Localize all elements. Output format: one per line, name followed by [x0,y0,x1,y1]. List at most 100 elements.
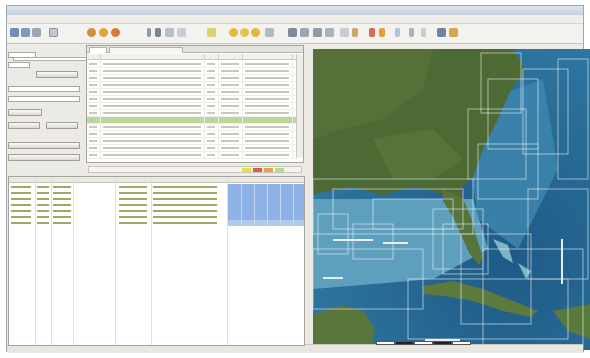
highlight-icon[interactable] [379,28,385,37]
map-canvas[interactable] [313,49,590,350]
list-cell [243,131,293,137]
grid-cell [53,198,71,200]
help-icon[interactable] [449,28,458,37]
list-cell [87,152,101,158]
list-row[interactable] [87,89,297,96]
apply-button[interactable] [8,122,40,129]
text-tool-icon[interactable] [147,28,151,37]
info-icon[interactable] [240,28,249,37]
list-cell [219,110,243,116]
grid-cell [153,198,217,200]
list-cell [101,145,205,151]
grid-divider [241,220,242,226]
list-row[interactable] [87,96,297,103]
measure-icon[interactable] [229,28,238,37]
list-tabs [87,46,303,53]
region-field[interactable] [8,52,36,58]
identify-icon[interactable] [99,28,108,37]
refresh-icon[interactable] [251,28,260,37]
list-row[interactable] [87,145,297,152]
chart-map[interactable] [313,49,590,350]
grid-icon[interactable] [288,28,297,37]
select-all-button[interactable] [8,142,80,149]
list-cell [219,131,243,137]
download-button[interactable] [8,154,80,161]
list-cell [219,61,243,67]
main-toolbar [7,24,583,61]
type-select[interactable] [8,86,80,92]
grid-cell [37,198,49,200]
zoom-in-icon[interactable] [111,28,120,37]
list-cell [101,117,205,123]
table-icon[interactable] [313,28,322,37]
list-row[interactable] [87,68,297,75]
list-cell [101,124,205,130]
settings-icon[interactable] [265,28,274,37]
tab-results[interactable] [89,47,107,53]
list-cell [205,68,219,74]
list-row[interactable] [87,82,297,89]
search-button[interactable] [36,71,78,78]
filter-icon[interactable] [340,28,349,37]
list-row[interactable] [87,131,297,138]
list-cell [87,96,101,102]
grid-row[interactable] [9,220,304,226]
list-cell [219,89,243,95]
title-bar [7,6,583,15]
delete-icon[interactable] [369,28,375,37]
legend-swatch [242,168,251,172]
arrow-up-icon[interactable] [409,28,414,37]
legend-swatch [275,168,284,172]
list-row[interactable] [87,138,297,145]
list-cell [219,124,243,130]
select-icon[interactable] [49,28,58,37]
pan-icon[interactable] [177,28,186,37]
list-row[interactable] [87,103,297,110]
status-select[interactable] [8,96,80,102]
reset-button[interactable] [46,122,78,129]
list-cell [219,82,243,88]
grid-cell [119,204,147,206]
list-row[interactable] [87,124,297,131]
list-row[interactable] [87,75,297,82]
list-row[interactable] [87,61,297,68]
list-cell [87,110,101,116]
scale-field[interactable] [8,62,30,68]
list-row[interactable] [87,117,297,124]
clear-button[interactable] [8,109,42,116]
list-cell [205,117,219,123]
list-cell [219,138,243,144]
grid-cell [11,186,31,188]
chart-icon[interactable] [325,28,334,37]
results-grid [8,176,305,346]
grid-cell [53,216,71,218]
layers-icon[interactable] [87,28,96,37]
sort-icon[interactable] [421,28,426,37]
edit-icon[interactable] [352,28,358,37]
list-row[interactable] [87,110,297,117]
tab-details[interactable] [109,47,183,53]
list-row[interactable] [87,152,297,159]
grid-cell [153,204,217,206]
export-icon[interactable] [437,28,446,37]
pencil-icon[interactable] [155,28,161,37]
list-cell [87,138,101,144]
open-icon[interactable] [10,28,19,37]
list-cell [205,96,219,102]
grid-cell [119,210,147,212]
list-cell [243,96,293,102]
menu-bar[interactable] [7,15,583,24]
globe-icon[interactable] [207,28,216,37]
list-icon[interactable] [300,28,309,37]
list-cell [101,61,205,67]
grid-cell [11,192,31,194]
arrow-down-icon[interactable] [395,28,400,37]
zoom-out-icon[interactable] [165,28,174,37]
save-icon[interactable] [21,28,30,37]
list-scrollbar[interactable] [296,54,303,158]
list-cell [87,124,101,130]
list-cell [87,89,101,95]
grid-cell [119,222,147,224]
print-icon[interactable] [32,28,41,37]
list-cell [205,89,219,95]
